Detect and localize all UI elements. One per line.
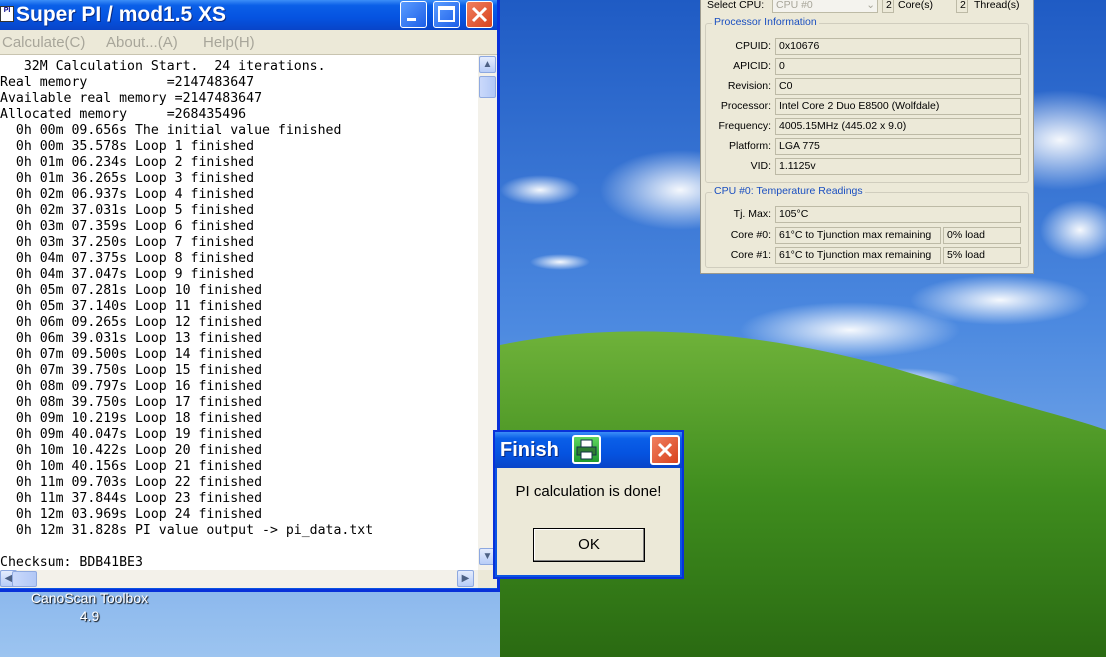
finish-titlebar[interactable]: Finish (495, 432, 682, 468)
vertical-scroll-thumb[interactable] (479, 76, 496, 98)
calculation-log: 32M Calculation Start. 24 iterations. Rea… (0, 59, 373, 570)
cpuz-panel: Select CPU: CPU #0 ⌄ 2 Core(s) 2 Thread(… (700, 0, 1034, 274)
select-cpu-dropdown[interactable]: CPU #0 ⌄ (772, 0, 878, 13)
superpi-app-icon[interactable]: PI (0, 6, 14, 22)
log-line: Real memory =2147483647 (0, 75, 255, 90)
log-line: 32M Calculation Start. 24 iterations. (0, 59, 326, 74)
ok-button[interactable]: OK (533, 528, 645, 562)
log-line: 0h 04m 37.047s Loop 9 finished (0, 267, 255, 282)
menu-about[interactable]: About...(A) (106, 34, 178, 51)
log-line: 0h 09m 10.219s Loop 18 finished (0, 411, 263, 426)
revision-label: Revision: (727, 80, 771, 92)
superpi-window: PI Super PI / mod1.5 XS Calculate(C) Abo… (0, 0, 500, 592)
core0-temp: 61°C to Tjunction max remaining (775, 227, 941, 244)
log-line: 0h 07m 09.500s Loop 14 finished (0, 347, 263, 362)
cpuid-label: CPUID: (735, 40, 771, 52)
core1-label: Core #1: (730, 249, 771, 261)
processor-label: Processor: (720, 100, 771, 112)
log-line: 0h 01m 06.234s Loop 2 finished (0, 155, 255, 170)
frequency-label: Frequency: (718, 120, 771, 132)
close-icon (657, 442, 673, 458)
tjmax-label: Tj. Max: (733, 208, 771, 220)
log-line: Available real memory =2147483647 (0, 91, 263, 106)
vid-label: VID: (750, 160, 771, 172)
menu-calculate[interactable]: Calculate(C) (2, 34, 85, 51)
close-icon (471, 6, 488, 23)
desktop-icon-version: 4.9 (79, 608, 100, 624)
revision-value: C0 (775, 78, 1021, 95)
processor-value: Intel Core 2 Duo E8500 (Wolfdale) (775, 98, 1021, 115)
horizontal-scroll-thumb[interactable] (12, 571, 37, 587)
log-line: 0h 05m 07.281s Loop 10 finished (0, 283, 263, 298)
printer-glyph (576, 439, 597, 460)
minimize-button[interactable] (400, 1, 427, 28)
platform-label: Platform: (728, 140, 771, 152)
cpuid-value: 0x10676 (775, 38, 1021, 55)
horizontal-scrollbar[interactable]: ◀ ▶ (0, 570, 478, 588)
core0-label: Core #0: (730, 229, 771, 241)
log-line: 0h 01m 36.265s Loop 3 finished (0, 171, 255, 186)
log-line: 0h 08m 09.797s Loop 16 finished (0, 379, 263, 394)
log-line: 0h 10m 10.422s Loop 20 finished (0, 443, 263, 458)
log-line: 0h 00m 09.656s The initial value finishe… (0, 123, 342, 138)
menu-help[interactable]: Help(H) (203, 34, 255, 51)
cores-label: Core(s) (898, 0, 934, 11)
log-line: 0h 02m 06.937s Loop 4 finished (0, 187, 255, 202)
log-line: 0h 09m 40.047s Loop 19 finished (0, 427, 263, 442)
log-line: 0h 02m 37.031s Loop 5 finished (0, 203, 255, 218)
log-line: 0h 08m 39.750s Loop 17 finished (0, 395, 263, 410)
core0-load: 0% load (943, 227, 1021, 244)
threads-label: Thread(s) (974, 0, 1020, 11)
maximize-icon (438, 6, 455, 22)
finish-body: PI calculation is done! OK (497, 468, 680, 575)
menu-bar: Calculate(C) About...(A) Help(H) (0, 30, 497, 55)
temperature-legend: CPU #0: Temperature Readings (712, 185, 865, 197)
platform-value: LGA 775 (775, 138, 1021, 155)
chevron-down-icon: ⌄ (866, 0, 875, 11)
log-line: 0h 12m 31.828s PI value output -> pi_dat… (0, 523, 374, 538)
log-line: 0h 11m 37.844s Loop 23 finished (0, 491, 263, 506)
log-line: 0h 03m 07.359s Loop 6 finished (0, 219, 255, 234)
log-line: 0h 05m 37.140s Loop 11 finished (0, 299, 263, 314)
log-area[interactable]: 32M Calculation Start. 24 iterations. Rea… (0, 55, 478, 570)
log-line: Checksum: BDB41BE3 (0, 555, 143, 570)
log-line: 0h 06m 09.265s Loop 12 finished (0, 315, 263, 330)
printer-icon[interactable] (572, 435, 601, 464)
core1-temp: 61°C to Tjunction max remaining (775, 247, 941, 264)
finish-dialog: Finish PI calculation is done! OK (493, 430, 684, 579)
log-line: 0h 11m 09.703s Loop 22 finished (0, 475, 263, 490)
frequency-value: 4005.15MHz (445.02 x 9.0) (775, 118, 1021, 135)
finish-title: Finish (500, 439, 559, 461)
maximize-button[interactable] (433, 1, 460, 28)
tjmax-value: 105°C (775, 206, 1021, 223)
apicid-label: APICID: (733, 60, 771, 72)
close-button[interactable] (466, 1, 493, 28)
log-line: 0h 12m 03.969s Loop 24 finished (0, 507, 263, 522)
scroll-up-icon[interactable]: ▲ (479, 56, 496, 73)
log-line: 0h 07m 39.750s Loop 15 finished (0, 363, 263, 378)
select-cpu-value: CPU #0 (776, 0, 813, 11)
apicid-value: 0 (775, 58, 1021, 75)
scroll-right-icon[interactable]: ▶ (457, 570, 474, 587)
minimize-icon (407, 18, 416, 21)
vid-value: 1.1125v (775, 158, 1021, 175)
finish-close-button[interactable] (650, 435, 680, 465)
log-line: 0h 06m 39.031s Loop 13 finished (0, 331, 263, 346)
superpi-titlebar[interactable]: PI Super PI / mod1.5 XS (0, 0, 497, 30)
log-line: 0h 03m 37.250s Loop 7 finished (0, 235, 255, 250)
desktop-icon-label[interactable]: CanoScan Toolbox 4.9 (12, 589, 167, 625)
cores-count: 2 (882, 0, 894, 13)
log-line: 0h 10m 40.156s Loop 21 finished (0, 459, 263, 474)
finish-message: PI calculation is done! (515, 483, 662, 500)
select-cpu-label: Select CPU: (707, 0, 765, 11)
log-line: Allocated memory =268435496 (0, 107, 247, 122)
processor-info-legend: Processor Information (712, 16, 819, 28)
threads-count: 2 (956, 0, 968, 13)
log-line: 0h 04m 07.375s Loop 8 finished (0, 251, 255, 266)
window-title: Super PI / mod1.5 XS (16, 3, 227, 26)
core1-load: 5% load (943, 247, 1021, 264)
log-line: 0h 00m 35.578s Loop 1 finished (0, 139, 255, 154)
